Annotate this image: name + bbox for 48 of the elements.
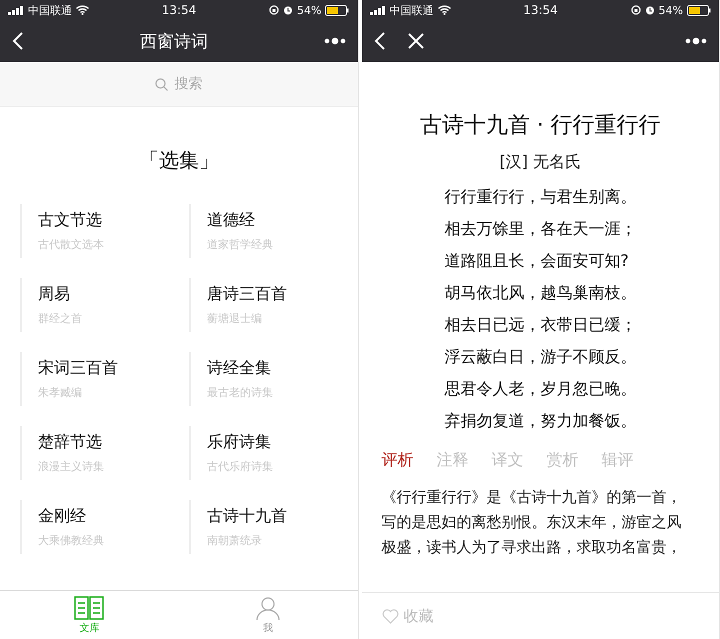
poem-title: 古诗十九首 · 行行重行行	[418, 112, 662, 140]
poem-line: 弃捐勿复道，努力加餐饭。	[444, 410, 636, 432]
poem-line: 道路阻且长，会面安可知?	[444, 250, 630, 272]
book-icon	[74, 596, 104, 620]
collection-title: 楚辞节选	[38, 432, 103, 453]
more-icon[interactable]	[685, 37, 707, 45]
rotation-lock-icon	[630, 5, 641, 15]
poem-author: [汉] 无名氏	[498, 152, 582, 173]
signal-icon	[370, 6, 386, 14]
collection-title: 唐诗三百首	[206, 284, 288, 305]
content-tab[interactable]: 评析	[382, 445, 414, 475]
poem-line: 胡马依北风，越鸟巢南枝。	[444, 282, 636, 304]
close-icon[interactable]	[408, 33, 424, 49]
wifi-icon	[438, 5, 450, 15]
rotation-lock-icon	[269, 5, 280, 15]
battery-percent: 54%	[297, 4, 322, 16]
back-icon[interactable]	[12, 31, 24, 51]
battery-icon	[686, 4, 711, 16]
nav-title: 西窗诗词	[138, 30, 209, 52]
battery-icon	[325, 4, 350, 16]
collection-title: 古文节选	[38, 210, 103, 231]
battery-percent: 54%	[658, 4, 683, 16]
carrier-name: 中国联通	[390, 2, 434, 18]
collection-title: 古诗十九首	[206, 506, 288, 527]
alarm-icon	[283, 5, 294, 15]
poem-line: 相去日已远，衣带日已缓；	[444, 314, 636, 336]
poem-line: 浮云蔽白日，游子不顾反。	[444, 346, 636, 368]
alarm-icon	[644, 5, 655, 15]
clock-time: 13:54	[523, 3, 558, 17]
search-icon	[155, 78, 168, 90]
more-icon[interactable]	[324, 37, 346, 45]
collection-title: 诗经全集	[206, 358, 272, 379]
wifi-icon	[76, 5, 89, 15]
carrier-name: 中国联通	[28, 2, 72, 18]
section-title: 「选集」	[138, 147, 220, 174]
analysis-paragraph: 《行行重行行》是《古诗十九首》的第一首，写的是思妇的离愁别恨。东汉末年，游宦之风极盛，读书人为了寻求出路，求取功名富贵，	[380, 487, 682, 558]
poem-line: 相去万馀里，各在天一涯；	[444, 218, 636, 240]
collection-title: 周易	[38, 284, 71, 305]
poem-line: 思君令人老，岁月忽已晚。	[444, 378, 636, 400]
signal-icon	[8, 6, 24, 14]
poem-line: 行行重行行，与君生别离。	[444, 186, 636, 208]
collection-title: 道德经	[206, 210, 256, 231]
collection-title: 宋词三百首	[38, 358, 119, 379]
collection-title: 金刚经	[38, 506, 87, 527]
back-icon[interactable]	[374, 31, 386, 51]
collection-title: 乐府诗集	[206, 432, 272, 453]
person-icon	[256, 596, 280, 620]
clock-time: 13:54	[162, 3, 196, 17]
